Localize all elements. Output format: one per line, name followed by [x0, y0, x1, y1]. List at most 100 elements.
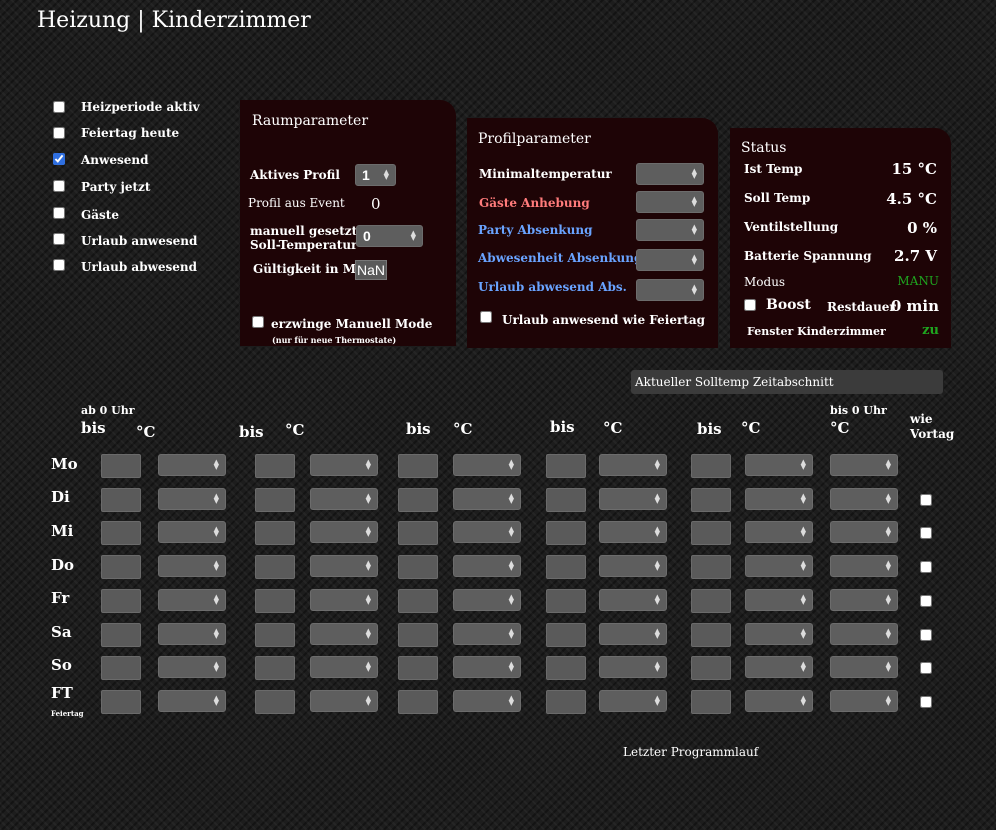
flag-party-checkbox[interactable] — [53, 180, 65, 192]
temp-select[interactable]: ▲ ▼ — [745, 656, 813, 678]
time-input[interactable] — [398, 656, 438, 680]
temp-select[interactable]: ▲ ▼ — [158, 589, 226, 611]
time-input[interactable] — [101, 454, 141, 478]
temp-select[interactable]: ▲ ▼ — [599, 589, 667, 611]
temp-select[interactable]: ▲ ▼ — [599, 690, 667, 712]
temp-select[interactable]: ▲ ▼ — [310, 623, 378, 645]
flag-urlaub-abwesend-checkbox[interactable] — [53, 259, 65, 271]
temp-select[interactable]: ▲ ▼ — [830, 589, 898, 611]
temp-select[interactable]: ▲ ▼ — [830, 623, 898, 645]
time-input[interactable] — [546, 589, 586, 613]
temp-select[interactable]: ▲ ▼ — [830, 488, 898, 510]
time-input[interactable] — [691, 589, 731, 613]
temp-select[interactable]: ▲ ▼ — [158, 488, 226, 510]
temp-select[interactable]: ▲ ▼ — [830, 454, 898, 476]
temp-select[interactable]: ▲ ▼ — [310, 488, 378, 510]
temp-select[interactable]: ▲ ▼ — [453, 589, 521, 611]
same-as-previous-day-checkbox[interactable] — [920, 629, 932, 641]
time-input[interactable] — [398, 454, 438, 478]
holiday-present-checkbox[interactable] — [480, 311, 492, 323]
temp-select[interactable]: ▲ ▼ — [310, 454, 378, 476]
time-input[interactable] — [546, 521, 586, 545]
temp-select[interactable]: ▲ ▼ — [599, 454, 667, 476]
same-as-previous-day-checkbox[interactable] — [920, 527, 932, 539]
temp-select[interactable]: ▲ ▼ — [830, 690, 898, 712]
time-input[interactable] — [691, 521, 731, 545]
party-lower-select[interactable]: ▲ ▼ — [636, 219, 704, 241]
temp-select[interactable]: ▲ ▼ — [453, 555, 521, 577]
temp-select[interactable]: ▲ ▼ — [745, 623, 813, 645]
temp-select[interactable]: ▲ ▼ — [158, 521, 226, 543]
time-input[interactable] — [546, 488, 586, 512]
time-input[interactable] — [255, 555, 295, 579]
time-input[interactable] — [255, 589, 295, 613]
temp-select[interactable]: ▲ ▼ — [830, 521, 898, 543]
force-manual-checkbox[interactable] — [252, 316, 264, 328]
temp-select[interactable]: ▲ ▼ — [310, 521, 378, 543]
same-as-previous-day-checkbox[interactable] — [920, 696, 932, 708]
temp-select[interactable]: ▲ ▼ — [745, 521, 813, 543]
time-input[interactable] — [398, 690, 438, 714]
temp-select[interactable]: ▲ ▼ — [453, 454, 521, 476]
time-input[interactable] — [691, 555, 731, 579]
time-input[interactable] — [101, 656, 141, 680]
time-input[interactable] — [101, 589, 141, 613]
time-input[interactable] — [101, 623, 141, 647]
temp-select[interactable]: ▲ ▼ — [158, 623, 226, 645]
absence-lower-select[interactable]: ▲ ▼ — [636, 249, 704, 271]
time-input[interactable] — [546, 454, 586, 478]
same-as-previous-day-checkbox[interactable] — [920, 561, 932, 573]
temp-select[interactable]: ▲ ▼ — [830, 656, 898, 678]
time-input[interactable] — [691, 623, 731, 647]
time-input[interactable] — [546, 623, 586, 647]
guests-raise-select[interactable]: ▲ ▼ — [636, 191, 704, 213]
flag-heizperiode-checkbox[interactable] — [53, 101, 65, 113]
temp-select[interactable]: ▲ ▼ — [599, 555, 667, 577]
same-as-previous-day-checkbox[interactable] — [920, 662, 932, 674]
time-input[interactable] — [255, 623, 295, 647]
time-input[interactable] — [398, 521, 438, 545]
time-input[interactable] — [546, 656, 586, 680]
manual-temp-select[interactable]: 0 ▲ ▼ — [356, 225, 423, 247]
time-input[interactable] — [255, 690, 295, 714]
time-input[interactable] — [691, 690, 731, 714]
time-input[interactable] — [398, 623, 438, 647]
temp-select[interactable]: ▲ ▼ — [453, 656, 521, 678]
time-input[interactable] — [398, 589, 438, 613]
temp-select[interactable]: ▲ ▼ — [599, 488, 667, 510]
active-profile-select[interactable]: 1 ▲ ▼ — [355, 164, 396, 186]
time-input[interactable] — [398, 555, 438, 579]
time-input[interactable] — [255, 656, 295, 680]
temp-select[interactable]: ▲ ▼ — [745, 454, 813, 476]
min-temp-select[interactable]: ▲ ▼ — [636, 163, 704, 185]
time-input[interactable] — [691, 488, 731, 512]
temp-select[interactable]: ▲ ▼ — [158, 690, 226, 712]
time-input[interactable] — [255, 454, 295, 478]
time-input[interactable] — [398, 488, 438, 512]
temp-select[interactable]: ▲ ▼ — [310, 656, 378, 678]
temp-select[interactable]: ▲ ▼ — [310, 555, 378, 577]
time-input[interactable] — [101, 488, 141, 512]
temp-select[interactable]: ▲ ▼ — [158, 454, 226, 476]
validity-input[interactable]: NaN — [355, 260, 387, 280]
boost-checkbox[interactable] — [744, 299, 756, 311]
temp-select[interactable]: ▲ ▼ — [453, 690, 521, 712]
time-input[interactable] — [101, 555, 141, 579]
temp-select[interactable]: ▲ ▼ — [453, 521, 521, 543]
temp-select[interactable]: ▲ ▼ — [158, 656, 226, 678]
temp-select[interactable]: ▲ ▼ — [745, 690, 813, 712]
temp-select[interactable]: ▲ ▼ — [158, 555, 226, 577]
same-as-previous-day-checkbox[interactable] — [920, 494, 932, 506]
time-input[interactable] — [101, 521, 141, 545]
time-input[interactable] — [255, 521, 295, 545]
temp-select[interactable]: ▲ ▼ — [745, 589, 813, 611]
flag-feiertag-checkbox[interactable] — [53, 127, 65, 139]
time-input[interactable] — [546, 555, 586, 579]
flag-anwesend-checkbox[interactable] — [53, 153, 65, 165]
temp-select[interactable]: ▲ ▼ — [453, 488, 521, 510]
flag-urlaub-anwesend-checkbox[interactable] — [53, 233, 65, 245]
time-input[interactable] — [255, 488, 295, 512]
temp-select[interactable]: ▲ ▼ — [310, 690, 378, 712]
temp-select[interactable]: ▲ ▼ — [745, 488, 813, 510]
temp-select[interactable]: ▲ ▼ — [599, 521, 667, 543]
